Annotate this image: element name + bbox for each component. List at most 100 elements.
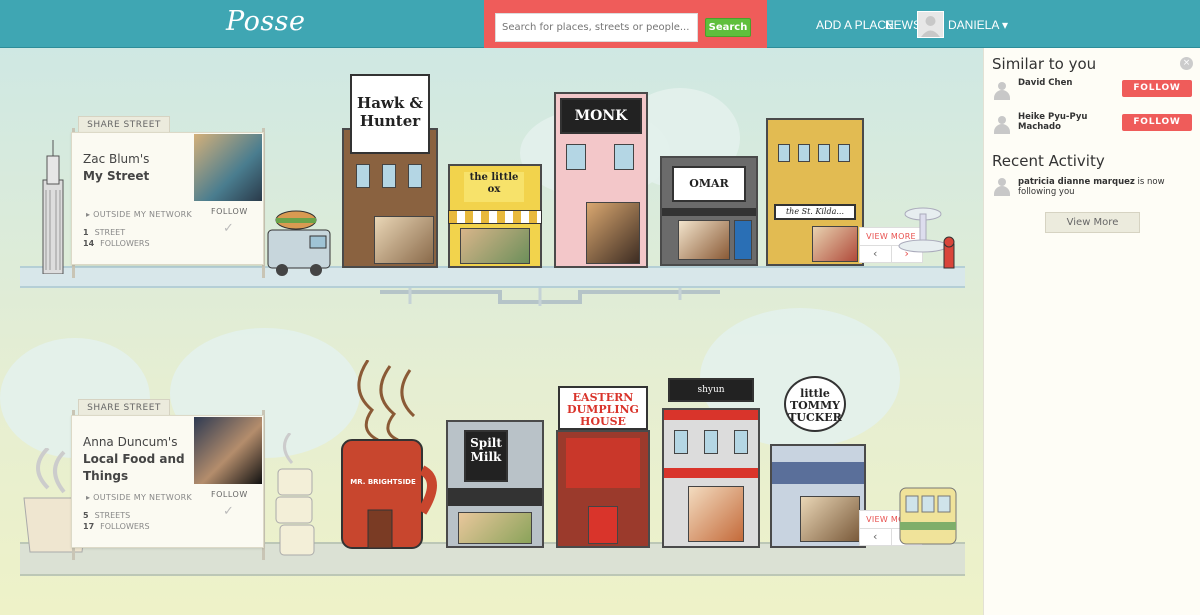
follow-street-button[interactable]: FOLLOW <box>211 490 248 499</box>
shop-photo <box>458 512 532 544</box>
shop-spilt-milk[interactable]: Spilt Milk <box>446 420 544 548</box>
window <box>778 144 790 162</box>
follow-button[interactable]: FOLLOW <box>1122 80 1192 97</box>
shop-photo <box>812 226 858 262</box>
nav-news[interactable]: NEWS <box>885 18 921 32</box>
window <box>704 430 718 454</box>
top-bar: Posse Search ADD A PLACE NEWS DANIELA ▾ <box>0 0 1200 55</box>
window <box>566 144 586 170</box>
followers-label: FOLLOWERS <box>100 239 150 248</box>
door <box>588 506 618 544</box>
followers-count: 17 <box>83 522 95 531</box>
avatar <box>992 82 1012 100</box>
streets-canvas: SHARE STREET Zac Blum's My Street ▸ OUTS… <box>0 48 983 615</box>
shop-sign: Spilt Milk <box>464 430 508 482</box>
user-silhouette-icon <box>921 16 940 37</box>
window <box>798 144 810 162</box>
shop-little-tommy-tucker[interactable]: little TOMMY TUCKER <box>770 376 866 548</box>
search-button[interactable]: Search <box>705 18 751 37</box>
shop-photo <box>460 228 530 264</box>
network-text: OUTSIDE MY NETWORK <box>93 493 193 502</box>
dragon-mural <box>566 438 640 488</box>
close-icon[interactable]: × <box>1180 57 1193 70</box>
check-icon: ✓ <box>223 221 234 236</box>
window <box>614 144 634 170</box>
street-owner: Zac Blum's <box>83 152 150 166</box>
street-platform <box>20 266 965 288</box>
shop-sign: the little ox <box>464 172 524 202</box>
suggested-person: Heike Pyu-Pyu Machado FOLLOW <box>992 112 1196 138</box>
streets-label: STREETS <box>94 511 131 520</box>
shop-photo <box>678 220 730 260</box>
user-avatar[interactable] <box>917 11 944 38</box>
window <box>382 164 396 188</box>
followers-label: FOLLOWERS <box>100 522 150 531</box>
network-label: ▸ OUTSIDE MY NETWORK <box>86 493 193 502</box>
follow-button[interactable]: FOLLOW <box>1122 114 1192 131</box>
awning <box>772 462 864 484</box>
shop-little-ox[interactable]: the little ox <box>448 164 542 268</box>
shop-st-kilda[interactable]: the St. Kilda... <box>766 118 864 266</box>
awning <box>448 488 542 506</box>
owner-photo <box>194 417 262 484</box>
shop-omar[interactable]: OMAR <box>660 156 758 266</box>
shop-hawk-hunter[interactable]: Hawk & Hunter <box>342 74 438 268</box>
shop-eastern-dumpling-house[interactable]: EASTERN DUMPLING HOUSE <box>556 386 650 548</box>
view-more-button[interactable]: View More <box>1045 212 1140 233</box>
search-input[interactable] <box>495 13 698 42</box>
shop-shyun[interactable]: shyun <box>662 378 760 548</box>
shop-photo <box>688 486 744 542</box>
window <box>818 144 830 162</box>
similar-heading: Similar to you <box>992 55 1097 73</box>
posse-logo[interactable]: Posse <box>226 6 306 37</box>
awning <box>664 468 758 478</box>
shop-monk[interactable]: MONK <box>554 92 648 268</box>
check-icon: ✓ <box>223 504 234 519</box>
street-title: Anna Duncum's Local Food and Things <box>83 434 193 485</box>
tram-illustration <box>899 487 957 545</box>
shop-sign: Hawk & Hunter <box>350 74 430 154</box>
mr-brightside-mug-illustration <box>341 360 437 549</box>
owner-photo <box>194 134 262 201</box>
shop-photo <box>800 496 860 542</box>
street-owner: Anna Duncum's <box>83 435 178 449</box>
user-menu[interactable]: DANIELA ▾ <box>948 18 1008 32</box>
person-name[interactable]: Heike Pyu-Pyu Machado <box>1018 112 1116 132</box>
follow-street-button[interactable]: FOLLOW <box>211 207 248 216</box>
avatar <box>992 178 1012 196</box>
activity-user[interactable]: patricia dianne marquez <box>1018 177 1135 187</box>
suggested-person: David Chen FOLLOW <box>992 78 1196 104</box>
shop-sign: EASTERN DUMPLING HOUSE <box>558 386 648 430</box>
person-name[interactable]: David Chen <box>1018 78 1116 88</box>
awning <box>448 210 542 224</box>
street-stats: 5 STREETS 17 FOLLOWERS <box>83 510 150 532</box>
street-card[interactable]: Anna Duncum's Local Food and Things ▸ OU… <box>71 415 264 548</box>
roof-trim <box>664 410 758 420</box>
teacups-illustration <box>275 433 315 556</box>
search-panel: Search <box>484 0 767 55</box>
shop-sign: the St. Kilda... <box>774 204 856 220</box>
streets-label: STREET <box>94 228 126 237</box>
sidebar: × Similar to you David Chen FOLLOW Heike… <box>983 48 1200 615</box>
street-stats: 1 STREET 14 FOLLOWERS <box>83 227 150 249</box>
prev-arrow-icon[interactable]: ‹ <box>860 529 891 545</box>
awning <box>662 208 756 216</box>
network-text: OUTSIDE MY NETWORK <box>93 210 193 219</box>
window <box>734 430 748 454</box>
nav-add-place[interactable]: ADD A PLACE <box>816 18 894 32</box>
shop-sign: little TOMMY TUCKER <box>784 376 846 432</box>
fountain-illustration <box>898 207 955 269</box>
window <box>408 164 422 188</box>
user-name: DANIELA <box>948 18 999 32</box>
street-title: Zac Blum's My Street <box>83 151 193 185</box>
shop-sign: MONK <box>560 98 642 134</box>
streets-count: 1 <box>83 228 89 237</box>
street-name: My Street <box>83 169 150 183</box>
prev-arrow-icon[interactable]: ‹ <box>860 246 891 262</box>
recent-activity-heading: Recent Activity <box>992 152 1105 170</box>
shop-sign: OMAR <box>672 166 746 202</box>
pipes-decoration <box>380 288 720 306</box>
street-card[interactable]: Zac Blum's My Street ▸ OUTSIDE MY NETWOR… <box>71 132 264 265</box>
shop-photo <box>374 216 434 264</box>
window <box>838 144 850 162</box>
